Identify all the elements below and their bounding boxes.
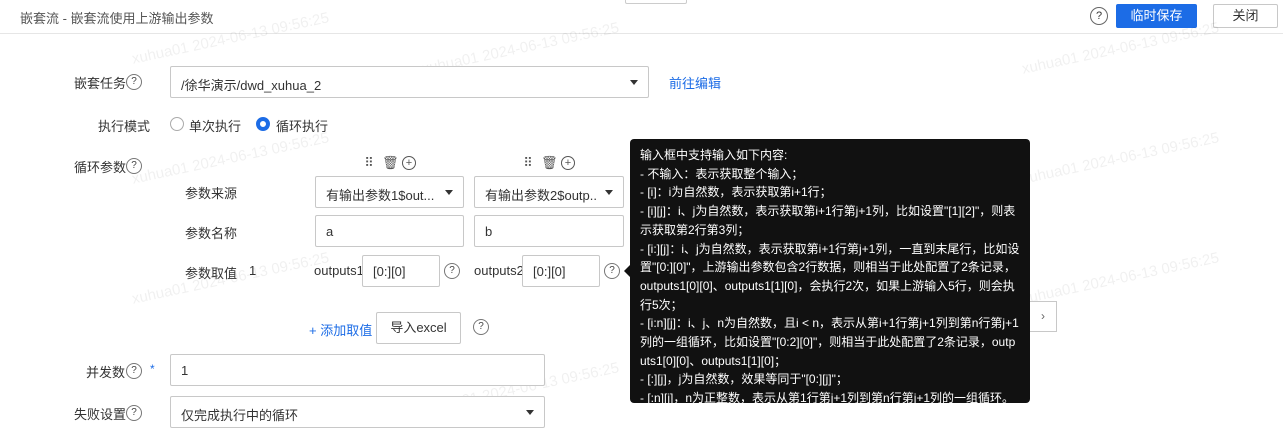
chevron-down-icon	[605, 190, 613, 195]
param-value: [0:][0]	[533, 264, 566, 279]
tooltip-line: - [i]：i为自然数，表示获取第i+1行；	[640, 185, 832, 200]
help-icon[interactable]: ?	[473, 319, 489, 335]
column-actions: ⠿ 🗑 +	[362, 155, 416, 171]
param-source-value: 有输出参数1$out...	[326, 188, 435, 203]
help-icon[interactable]: ?	[126, 363, 142, 379]
concurrency-label: 并发数	[86, 365, 126, 380]
param-value: [0:][0]	[373, 264, 406, 279]
drag-icon[interactable]: ⠿	[362, 156, 376, 170]
chevron-down-icon	[526, 410, 534, 415]
import-excel-button[interactable]: 导入excel	[376, 312, 461, 344]
param-source-select-2[interactable]: 有输出参数2$outp...	[474, 176, 624, 208]
param-value-index: 1	[249, 263, 257, 278]
watermark: xuhua01 2024-06-13 09:56:25	[130, 129, 331, 188]
failure-label: 失败设置	[74, 407, 127, 422]
param-name-value: b	[485, 224, 493, 239]
loop-params-label: 循环参数	[74, 160, 127, 175]
concurrency-value: 1	[181, 363, 189, 378]
param-name-input-2[interactable]: b	[474, 215, 624, 247]
help-icon[interactable]: ?	[444, 263, 460, 279]
output-name-2: outputs2	[474, 263, 524, 278]
param-name-label: 参数名称	[185, 226, 238, 241]
chevron-right-icon[interactable]: ›	[1030, 301, 1057, 332]
help-icon[interactable]: ?	[126, 74, 142, 90]
radio-loop[interactable]	[256, 117, 270, 131]
param-value-input-2[interactable]: [0:][0]	[522, 255, 600, 287]
drag-handle[interactable]	[625, 0, 687, 4]
add-icon[interactable]: +	[561, 156, 575, 170]
failure-select[interactable]: 仅完成执行中的循环	[170, 396, 545, 428]
failure-value: 仅完成执行中的循环	[181, 408, 299, 423]
watermark: xuhua01 2024-06-13 09:56:25	[1020, 129, 1221, 188]
param-name-input-1[interactable]: a	[315, 215, 464, 247]
radio-single-label[interactable]: 单次执行	[189, 116, 241, 135]
exec-mode-label: 执行模式	[98, 119, 151, 134]
help-icon[interactable]: ?	[1090, 7, 1108, 25]
param-source-select-1[interactable]: 有输出参数1$out...	[315, 176, 464, 208]
drag-icon[interactable]: ⠿	[521, 156, 535, 170]
required-mark: *	[150, 362, 155, 376]
param-value-label: 参数取值	[185, 266, 238, 281]
param-value-input-1[interactable]: [0:][0]	[362, 255, 440, 287]
concurrency-input[interactable]: 1	[170, 354, 545, 386]
nested-task-value: /徐华演示/dwd_xuhua_2	[181, 78, 322, 93]
help-icon[interactable]: ?	[126, 405, 142, 421]
trash-icon[interactable]: 🗑	[541, 156, 558, 170]
chevron-down-icon	[445, 190, 453, 195]
help-tooltip: 输入框中支持输入如下内容: - 不输入：表示获取整个输入； - [i]：i为自然…	[624, 139, 1030, 405]
edit-link[interactable]: 前往编辑	[669, 73, 721, 92]
page-title: 嵌套流 - 嵌套流使用上游输出参数	[20, 11, 214, 26]
tooltip-arrow	[624, 265, 630, 277]
help-icon[interactable]: ?	[604, 263, 620, 279]
close-button[interactable]: 关闭	[1213, 4, 1278, 28]
trash-icon[interactable]: 🗑	[382, 156, 399, 170]
output-name-1: outputs1	[314, 263, 364, 278]
watermark: xuhua01 2024-06-13 09:56:25	[1020, 249, 1221, 308]
temp-save-button[interactable]: 临时保存	[1116, 4, 1197, 28]
tooltip-line: - [i][j]：i、j为自然数，表示获取第i+1行第j+1列，比如设置"[1]…	[640, 204, 1016, 237]
param-name-value: a	[326, 224, 334, 239]
nested-task-label: 嵌套任务	[74, 76, 127, 91]
radio-loop-label[interactable]: 循环执行	[276, 116, 328, 135]
tooltip-line: - 不输入：表示获取整个输入；	[640, 166, 804, 181]
add-value-link[interactable]: + 添加取值	[309, 320, 372, 339]
radio-single[interactable]	[170, 117, 184, 131]
help-icon[interactable]: ?	[126, 158, 142, 174]
param-source-value: 有输出参数2$outp...	[485, 188, 597, 203]
chevron-down-icon	[630, 80, 638, 85]
tooltip-line: - [i:][j]：i、j为自然数，表示获取第i+1行第j+1列，一直到末尾行，…	[640, 241, 1020, 312]
column-actions: ⠿ 🗑 +	[521, 155, 575, 171]
page-header: 嵌套流 - 嵌套流使用上游输出参数 ? 临时保存 关闭	[0, 0, 1283, 34]
tooltip-line: - [i:n][j]：i、j、n为自然数，且i < n，表示从第i+1行第j+1…	[640, 316, 1019, 368]
tooltip-line: 输入框中支持输入如下内容:	[640, 148, 788, 162]
param-source-label: 参数来源	[185, 186, 238, 201]
tooltip-line: - [:n][j]，n为正整数，表示从第1行第j+1列到第n行第j+1列的一组循…	[640, 391, 1015, 406]
add-icon[interactable]: +	[402, 156, 416, 170]
tooltip-line: - [:][j]，j为自然数，效果等同于"[0:][j]"；	[640, 372, 848, 387]
nested-task-select[interactable]: /徐华演示/dwd_xuhua_2	[170, 66, 649, 98]
